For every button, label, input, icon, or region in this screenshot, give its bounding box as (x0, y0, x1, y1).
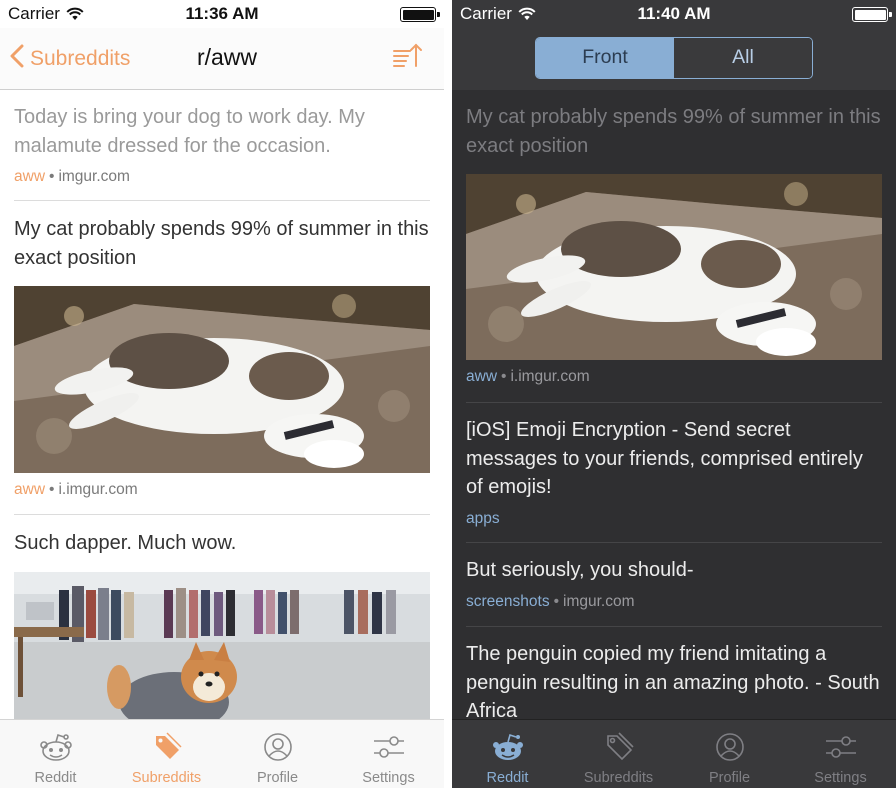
post-title: [iOS] Emoji Encryption - Send secret mes… (466, 419, 863, 498)
tab-reddit[interactable]: Reddit (452, 720, 563, 788)
page-title: r/aww (196, 44, 258, 70)
post-subreddit[interactable]: aww (466, 368, 497, 385)
post-domain: imgur.com (58, 168, 130, 185)
post-title: Such dapper. Much wow. (14, 532, 237, 554)
post-image-cat[interactable] (14, 286, 430, 473)
dark-theme-screen: Carrier 11:40 AM Front All My cat probab… (452, 0, 896, 788)
post-item[interactable]: Today is bring your dog to work day. My … (14, 91, 430, 201)
profile-icon (263, 732, 293, 766)
post-item[interactable]: My cat probably spends 99% of summer in … (14, 201, 430, 515)
tab-subreddits[interactable]: Subreddits (563, 720, 674, 788)
post-title: My cat probably spends 99% of summer in … (14, 218, 429, 269)
post-subreddit[interactable]: screenshots (466, 593, 550, 610)
status-time: 11:40 AM (637, 4, 711, 23)
tab-subreddits[interactable]: Subreddits (111, 720, 222, 788)
feed-segmented-control: Front All (535, 37, 813, 79)
tag-icon (604, 732, 634, 766)
post-item[interactable]: [iOS] Emoji Encryption - Send secret mes… (466, 403, 882, 543)
separator-dot-icon: • (49, 481, 55, 498)
post-meta: aww • i.imgur.com (14, 481, 430, 499)
tab-settings[interactable]: Settings (785, 720, 896, 788)
tab-label: Reddit (486, 770, 529, 786)
post-item[interactable]: But seriously, you should- screenshots • i… (466, 543, 882, 627)
post-subreddit[interactable]: aww (14, 481, 45, 498)
status-bar: Carrier 11:40 AM (452, 0, 896, 28)
tab-label: Subreddits (583, 770, 654, 786)
post-title: Today is bring your dog to work day. My … (14, 106, 365, 157)
status-time: 11:36 AM (185, 4, 259, 23)
reddit-alien-icon (491, 732, 525, 766)
post-domain: i.imgur.com (58, 481, 138, 498)
battery-icon (852, 7, 892, 22)
status-bar: Carrier 11:36 AM (0, 0, 444, 28)
segment-all[interactable]: All (674, 38, 812, 78)
post-subreddit[interactable]: aww (14, 168, 45, 185)
sort-icon (392, 43, 424, 72)
post-subreddit[interactable]: apps (466, 510, 500, 527)
separator-dot-icon: • (501, 368, 507, 385)
tab-bar: Reddit Subreddits Profile Settings (0, 719, 444, 788)
tab-reddit[interactable]: Reddit (0, 720, 111, 788)
tab-label: Settings (362, 770, 415, 786)
post-domain: i.imgur.com (510, 368, 590, 385)
tab-label: Settings (814, 770, 867, 786)
tab-label: Profile (256, 770, 299, 786)
tab-settings[interactable]: Settings (333, 720, 444, 788)
tab-label: Subreddits (131, 770, 202, 786)
tab-bar: Reddit Subreddits Profile Settings (452, 719, 896, 788)
separator-dot-icon: • (553, 592, 560, 610)
tab-profile[interactable]: Profile (222, 720, 333, 788)
battery-icon (400, 7, 440, 22)
light-theme-screen: Carrier 11:36 AM Subreddits r/aww Today … (0, 0, 444, 788)
profile-icon (715, 732, 745, 766)
post-meta: apps (466, 510, 882, 528)
post-image-cat[interactable] (466, 174, 882, 360)
reddit-alien-icon (39, 732, 73, 766)
post-image-dog[interactable] (14, 571, 430, 732)
post-meta: aww • imgur.com (14, 168, 430, 186)
tab-label: Reddit (34, 770, 77, 786)
post-item[interactable]: My cat probably spends 99% of summer in … (466, 90, 882, 403)
navigation-bar: Subreddits r/aww (0, 28, 444, 90)
separator-dot-icon: • (49, 168, 55, 185)
tag-icon (152, 732, 182, 766)
post-title: But seriously, you should- (466, 559, 694, 581)
post-meta: screenshots • imgur.com (466, 593, 882, 611)
segment-front[interactable]: Front (536, 38, 674, 78)
post-list: Today is bring your dog to work day. My … (14, 91, 430, 775)
post-meta: aww • i.imgur.com (466, 368, 882, 386)
post-title: My cat probably spends 99% of summer in … (466, 106, 881, 157)
sliders-icon (372, 732, 406, 766)
post-domain: imgur.com (563, 592, 635, 610)
screen-divider (444, 0, 452, 788)
tab-label: Profile (708, 770, 751, 786)
sort-button[interactable] (392, 42, 424, 73)
post-list: My cat probably spends 99% of summer in … (466, 90, 882, 737)
tab-profile[interactable]: Profile (674, 720, 785, 788)
navigation-bar: Front All (452, 28, 896, 90)
post-title: The penguin copied my friend imitating a… (466, 643, 880, 722)
sliders-icon (824, 732, 858, 766)
